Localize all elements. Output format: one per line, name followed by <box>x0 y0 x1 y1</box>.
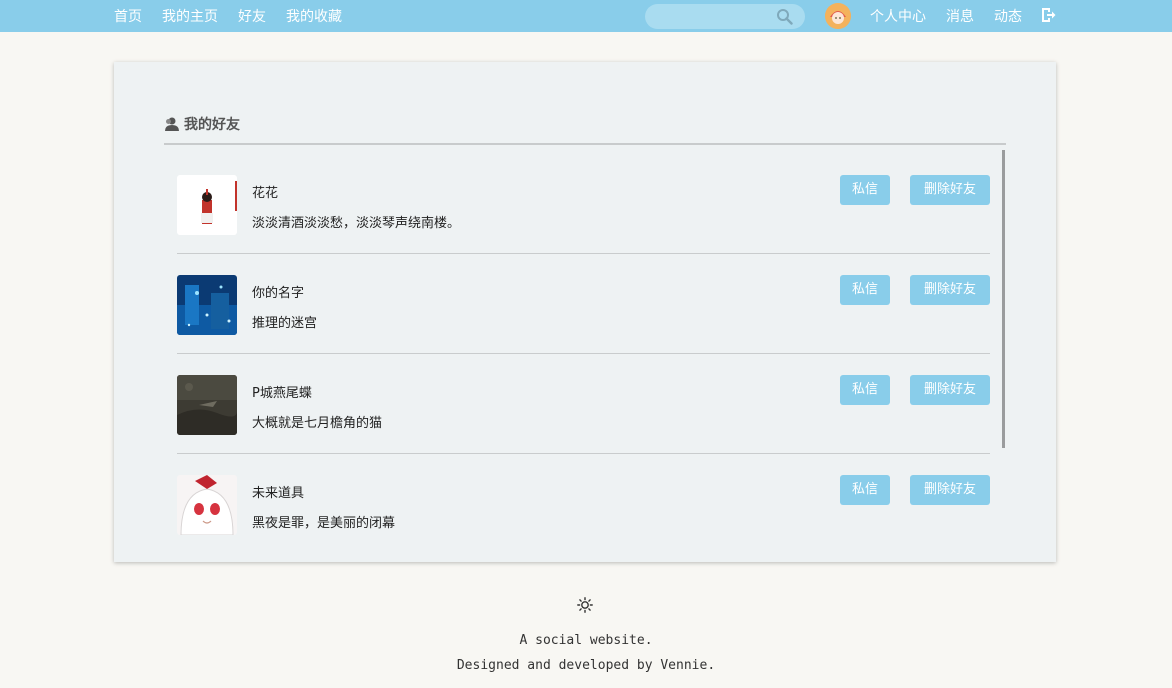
section-divider <box>164 143 1006 145</box>
search-icon[interactable] <box>776 8 793 25</box>
nav-link-messages[interactable]: 消息 <box>946 6 974 26</box>
search-box <box>645 4 805 29</box>
private-message-button[interactable]: 私信 <box>840 275 890 305</box>
user-avatar[interactable] <box>825 3 851 29</box>
friend-signature: 推理的迷宫 <box>252 316 318 331</box>
private-message-button[interactable]: 私信 <box>840 475 890 505</box>
friend-signature: 黑夜是罪，是美丽的闭幕 <box>252 516 396 531</box>
logout-icon[interactable] <box>1041 7 1056 23</box>
nav-link-profile-center[interactable]: 个人中心 <box>870 6 926 26</box>
nav-link-my-page[interactable]: 我的主页 <box>162 6 218 26</box>
delete-friend-button[interactable]: 删除好友 <box>910 275 990 305</box>
nav-right-links: 个人中心 消息 动态 <box>870 0 1042 32</box>
delete-friend-button[interactable]: 删除好友 <box>910 175 990 205</box>
nav-link-feed[interactable]: 动态 <box>994 6 1022 26</box>
footer-tagline: A social website. <box>519 633 653 648</box>
friend-avatar[interactable] <box>177 275 237 335</box>
section-title: 我的好友 <box>184 117 240 133</box>
nav-left-links: 首页 我的主页 好友 我的收藏 <box>114 0 362 32</box>
friends-card: 我的好友 花花 淡淡清酒淡淡愁，淡淡琴声绕南楼。 私信 删除好友 你的名字 推理… <box>114 62 1056 562</box>
friend-name[interactable]: 你的名字 <box>252 282 304 301</box>
footer-credits: Designed and developed by Vennie. <box>456 658 716 673</box>
friend-list-item: 花花 淡淡清酒淡淡愁，淡淡琴声绕南楼。 私信 删除好友 <box>177 154 990 254</box>
delete-friend-button[interactable]: 删除好友 <box>910 375 990 405</box>
friend-list-item: 你的名字 推理的迷宫 私信 删除好友 <box>177 254 990 354</box>
friend-signature: 大概就是七月檐角的猫 <box>252 416 383 431</box>
sun-icon <box>577 597 593 613</box>
nav-link-friends[interactable]: 好友 <box>238 6 266 26</box>
list-scrollbar[interactable] <box>1002 150 1005 448</box>
friend-avatar[interactable] <box>177 175 237 235</box>
friend-name[interactable]: 未来道具 <box>252 482 304 501</box>
nav-link-favorites[interactable]: 我的收藏 <box>286 6 342 26</box>
friend-name[interactable]: P城燕尾蝶 <box>252 382 312 401</box>
user-icon <box>165 117 179 131</box>
section-header: 我的好友 <box>164 114 240 134</box>
nav-link-home[interactable]: 首页 <box>114 6 142 26</box>
private-message-button[interactable]: 私信 <box>840 175 890 205</box>
friend-name[interactable]: 花花 <box>252 182 278 201</box>
friend-list-item: 未来道具 黑夜是罪，是美丽的闭幕 私信 删除好友 <box>177 454 990 554</box>
friend-avatar[interactable] <box>177 375 237 435</box>
top-nav-bar: 首页 我的主页 好友 我的收藏 个人中心 消息 动态 <box>0 0 1172 32</box>
delete-friend-button[interactable]: 删除好友 <box>910 475 990 505</box>
friend-avatar[interactable] <box>177 475 237 535</box>
friend-signature: 淡淡清酒淡淡愁，淡淡琴声绕南楼。 <box>252 216 461 231</box>
private-message-button[interactable]: 私信 <box>840 375 890 405</box>
friend-list-item: P城燕尾蝶 大概就是七月檐角的猫 私信 删除好友 <box>177 354 990 454</box>
search-input[interactable] <box>645 4 765 29</box>
